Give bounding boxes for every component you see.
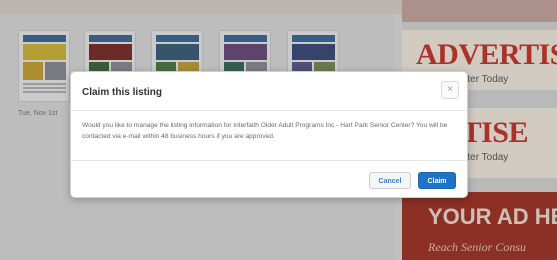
dialog-footer: Cancel Claim bbox=[71, 160, 467, 199]
close-button[interactable]: × bbox=[441, 81, 459, 99]
dialog-message: Would you like to manage the listing inf… bbox=[82, 122, 448, 140]
close-icon: × bbox=[447, 84, 453, 95]
claim-listing-dialog: Claim this listing × Would you like to m… bbox=[70, 71, 468, 198]
cancel-button[interactable]: Cancel bbox=[369, 172, 411, 189]
dialog-header: Claim this listing × bbox=[71, 72, 467, 111]
claim-button[interactable]: Claim bbox=[418, 172, 456, 189]
dialog-title: Claim this listing bbox=[82, 87, 163, 98]
